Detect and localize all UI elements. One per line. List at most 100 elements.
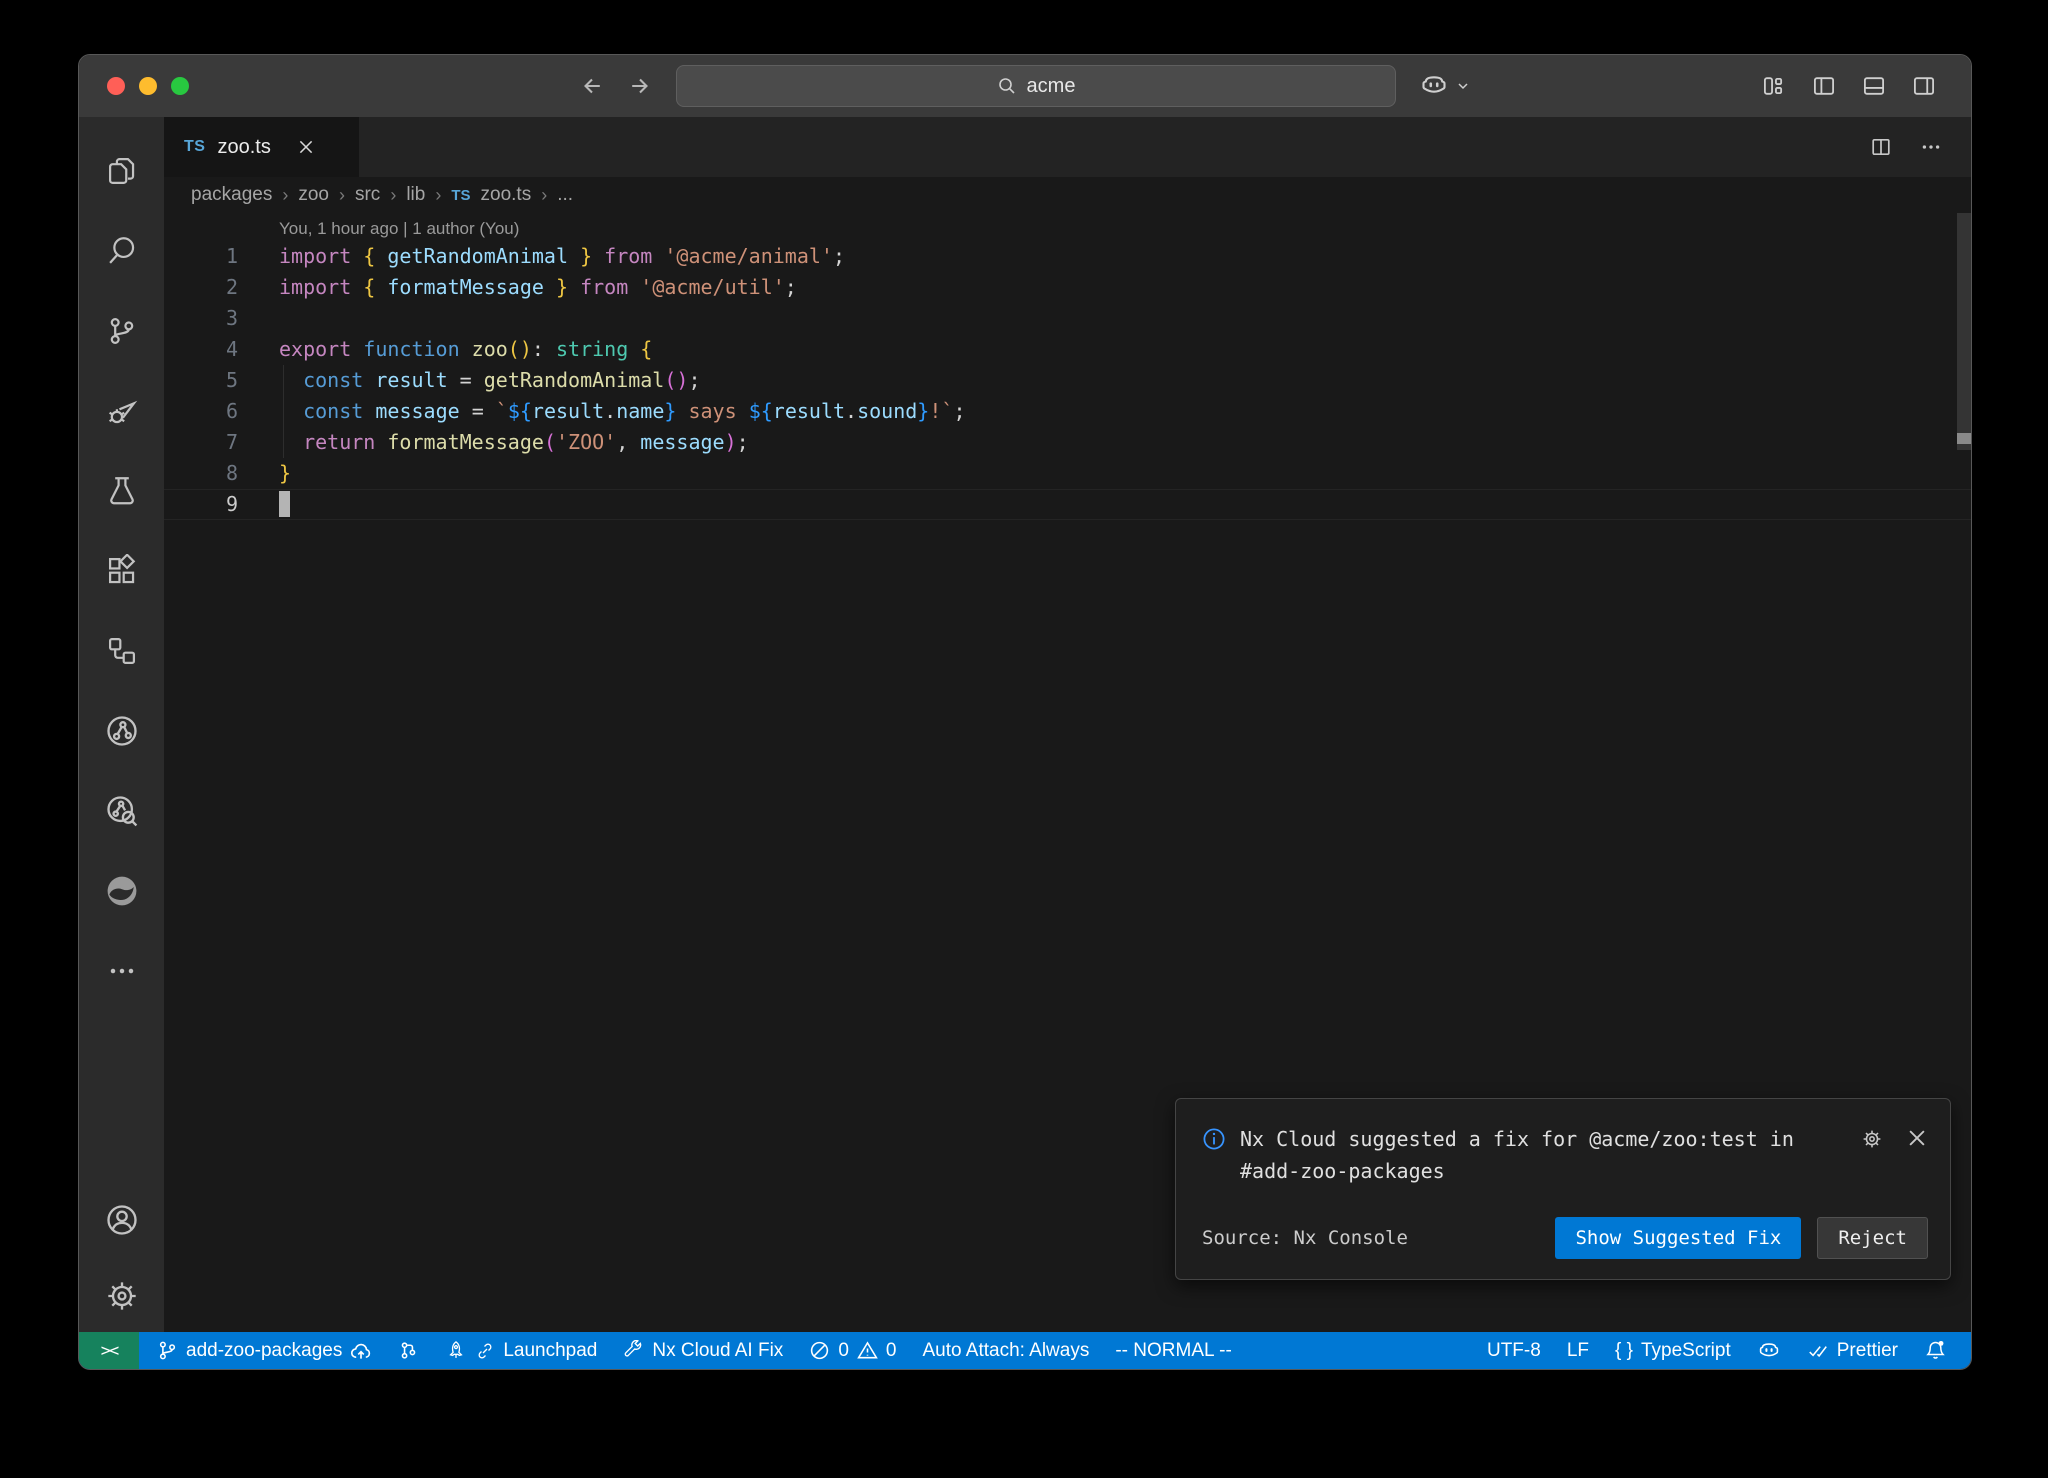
indent-guide [283, 365, 284, 458]
problems-status-item[interactable]: 0 0 [799, 1332, 906, 1369]
line-number[interactable]: 7 [164, 427, 238, 458]
search-icon [997, 76, 1017, 96]
split-editor-icon[interactable] [1869, 135, 1893, 159]
line-text[interactable]: import { getRandomAnimal } from '@acme/a… [238, 241, 845, 272]
code-line[interactable]: 6 const message = `${result.name} says $… [164, 396, 1971, 427]
publish-cloud-icon [350, 1340, 372, 1362]
breadcrumb-more[interactable]: ... [557, 184, 573, 206]
nx-cloud-ai-fix-status-item[interactable]: Nx Cloud AI Fix [613, 1332, 793, 1369]
language-status-item[interactable]: { } TypeScript [1605, 1332, 1741, 1369]
line-text[interactable]: } [238, 458, 291, 489]
chevron-down-icon[interactable] [1455, 78, 1471, 94]
search-value: acme [1027, 75, 1076, 98]
copilot-status-item[interactable] [1747, 1332, 1791, 1369]
line-number[interactable]: 6 [164, 396, 238, 427]
toggle-secondary-sidebar-icon[interactable] [1911, 73, 1937, 99]
forward-arrow-icon[interactable] [627, 73, 653, 99]
nx-cloud-inspect-icon[interactable] [79, 771, 164, 851]
line-text[interactable]: const result = getRandomAnimal(); [238, 365, 701, 396]
more-actions-icon[interactable] [1919, 135, 1943, 159]
close-window-button[interactable] [107, 77, 125, 95]
edge-devtools-icon[interactable] [79, 851, 164, 931]
line-number[interactable]: 2 [164, 272, 238, 303]
show-suggested-fix-button[interactable]: Show Suggested Fix [1555, 1217, 1801, 1259]
back-arrow-icon[interactable] [579, 73, 605, 99]
tab-label: zoo.ts [217, 136, 270, 159]
close-notification-icon[interactable] [1906, 1127, 1928, 1151]
extensions-icon[interactable] [79, 531, 164, 611]
auto-attach-status-item[interactable]: Auto Attach: Always [912, 1332, 1099, 1369]
explorer-icon[interactable] [79, 131, 164, 211]
code-line[interactable]: 5 const result = getRandomAnimal(); [164, 365, 1971, 396]
wrench-icon [623, 1340, 644, 1361]
line-number[interactable]: 8 [164, 458, 238, 489]
testing-icon[interactable] [79, 451, 164, 531]
customize-layout-icon[interactable] [1761, 73, 1787, 99]
overview-ruler-cursor-marker [1957, 433, 1971, 444]
code-line[interactable]: 2import { formatMessage } from '@acme/ut… [164, 272, 1971, 303]
run-debug-icon[interactable] [79, 371, 164, 451]
editor-scrollbar[interactable] [1957, 213, 1971, 450]
encoding-label: UTF-8 [1487, 1340, 1541, 1362]
line-text[interactable] [238, 303, 279, 334]
notification-settings-gear-icon[interactable] [1860, 1127, 1884, 1151]
line-number[interactable]: 3 [164, 303, 238, 334]
line-number[interactable]: 5 [164, 365, 238, 396]
eol-status-item[interactable]: LF [1557, 1332, 1599, 1369]
search-view-icon[interactable] [79, 211, 164, 291]
branch-status-item[interactable]: add-zoo-packages [147, 1332, 382, 1369]
remote-indicator[interactable]: >< [79, 1332, 139, 1369]
line-text[interactable]: import { formatMessage } from '@acme/uti… [238, 272, 797, 303]
code-line[interactable]: 3 [164, 303, 1971, 334]
text-cursor [279, 491, 290, 517]
breadcrumb: packages› zoo› src› lib› TS zoo.ts› ... [164, 177, 1971, 213]
vscode-window: acme [78, 54, 1972, 1370]
typescript-file-icon: TS [184, 138, 205, 156]
code-line[interactable]: 7 return formatMessage('ZOO', message); [164, 427, 1971, 458]
breadcrumb-item[interactable]: src [355, 184, 380, 206]
copilot-icon [1757, 1339, 1781, 1363]
encoding-status-item[interactable]: UTF-8 [1477, 1332, 1551, 1369]
breadcrumb-item[interactable]: zoo [298, 184, 329, 206]
line-text[interactable] [238, 489, 290, 520]
launchpad-status-item[interactable]: Launchpad [435, 1332, 607, 1369]
nx-console-icon[interactable] [79, 611, 164, 691]
breadcrumb-item[interactable]: lib [406, 184, 425, 206]
git-graph-status-item[interactable] [388, 1332, 429, 1369]
command-center-search[interactable]: acme [676, 65, 1396, 107]
notification-message: Nx Cloud suggested a fix for @acme/zoo:t… [1240, 1123, 1840, 1187]
error-count: 0 [838, 1340, 849, 1362]
copilot-icon[interactable] [1419, 71, 1449, 101]
nx-cloud-icon[interactable] [79, 691, 164, 771]
line-number[interactable]: 4 [164, 334, 238, 365]
source-control-icon[interactable] [79, 291, 164, 371]
line-text[interactable]: const message = `${result.name} says ${r… [238, 396, 965, 427]
breadcrumb-file[interactable]: zoo.ts [481, 184, 532, 206]
notifications-bell-item[interactable] [1914, 1332, 1957, 1369]
prettier-status-item[interactable]: Prettier [1797, 1332, 1908, 1369]
vim-mode-status-item[interactable]: -- NORMAL -- [1105, 1332, 1241, 1369]
code-line[interactable]: 9 [164, 489, 1971, 520]
toggle-panel-icon[interactable] [1861, 73, 1887, 99]
code-editor[interactable]: You, 1 hour ago | 1 author (You) 1import… [164, 213, 1971, 1332]
reject-button[interactable]: Reject [1817, 1217, 1928, 1259]
settings-gear-icon[interactable] [79, 1260, 164, 1332]
typescript-file-icon: TS [451, 187, 470, 204]
close-tab-icon[interactable] [297, 138, 315, 156]
code-line[interactable]: 1import { getRandomAnimal } from '@acme/… [164, 241, 1971, 272]
auto-attach-label: Auto Attach: Always [922, 1340, 1089, 1362]
toggle-primary-sidebar-icon[interactable] [1811, 73, 1837, 99]
account-icon[interactable] [79, 1180, 164, 1260]
tab-zoo-ts[interactable]: TS zoo.ts [164, 117, 359, 177]
line-number[interactable]: 1 [164, 241, 238, 272]
code-line[interactable]: 8} [164, 458, 1971, 489]
breadcrumb-item[interactable]: packages [191, 184, 272, 206]
additional-views-icon[interactable] [79, 931, 164, 1011]
minimize-window-button[interactable] [139, 77, 157, 95]
zoom-window-button[interactable] [171, 77, 189, 95]
gitlens-blame-annotation: You, 1 hour ago | 1 author (You) [279, 219, 1971, 239]
line-text[interactable]: return formatMessage('ZOO', message); [238, 427, 749, 458]
line-number[interactable]: 9 [164, 489, 238, 520]
code-line[interactable]: 4export function zoo(): string { [164, 334, 1971, 365]
line-text[interactable]: export function zoo(): string { [238, 334, 652, 365]
